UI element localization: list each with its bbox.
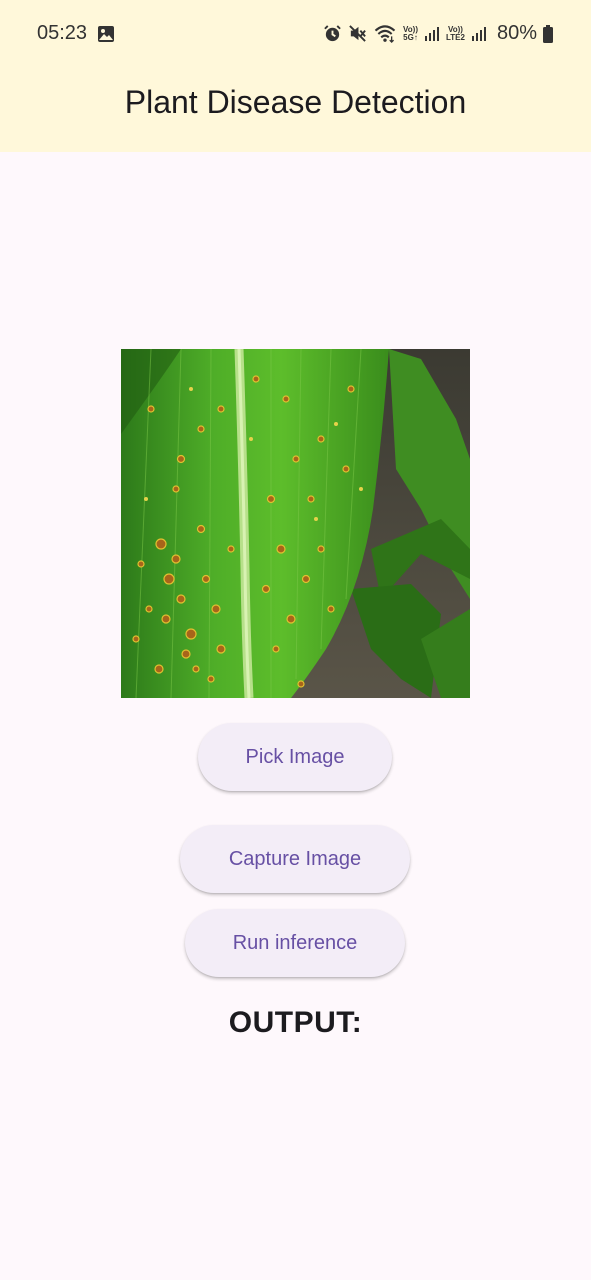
alarm-icon [324, 25, 341, 42]
pick-image-button[interactable]: Pick Image [198, 723, 392, 791]
signal-icon [425, 26, 439, 41]
battery-icon [543, 24, 553, 43]
wifi-icon [374, 25, 396, 43]
gallery-icon [98, 26, 114, 42]
page-title: Plant Disease Detection [124, 84, 467, 120]
capture-image-label: Capture Image [228, 847, 362, 870]
network-2-label: Vo)) LTE2 [446, 24, 465, 42]
status-bar: 05:23 Vo)) 5G↑ Vo)) LTE2 80% [0, 0, 591, 70]
output-label: OUTPUT: [228, 1006, 363, 1039]
leaf-image [121, 349, 470, 698]
pick-image-label: Pick Image [245, 745, 345, 768]
app-header: 05:23 Vo)) 5G↑ Vo)) LTE2 80% Plant Disea… [0, 0, 591, 152]
battery-percent: 80% [496, 22, 537, 44]
capture-image-button[interactable]: Capture Image [180, 825, 410, 893]
status-icons: Vo)) 5G↑ Vo)) LTE2 80% [323, 22, 553, 45]
network-1-label: Vo)) 5G↑ [403, 24, 418, 42]
run-inference-label: Run inference [232, 931, 358, 954]
status-time: 05:23 [37, 22, 88, 44]
signal-icon [471, 26, 486, 41]
mute-icon [349, 25, 366, 42]
run-inference-button[interactable]: Run inference [185, 909, 405, 977]
